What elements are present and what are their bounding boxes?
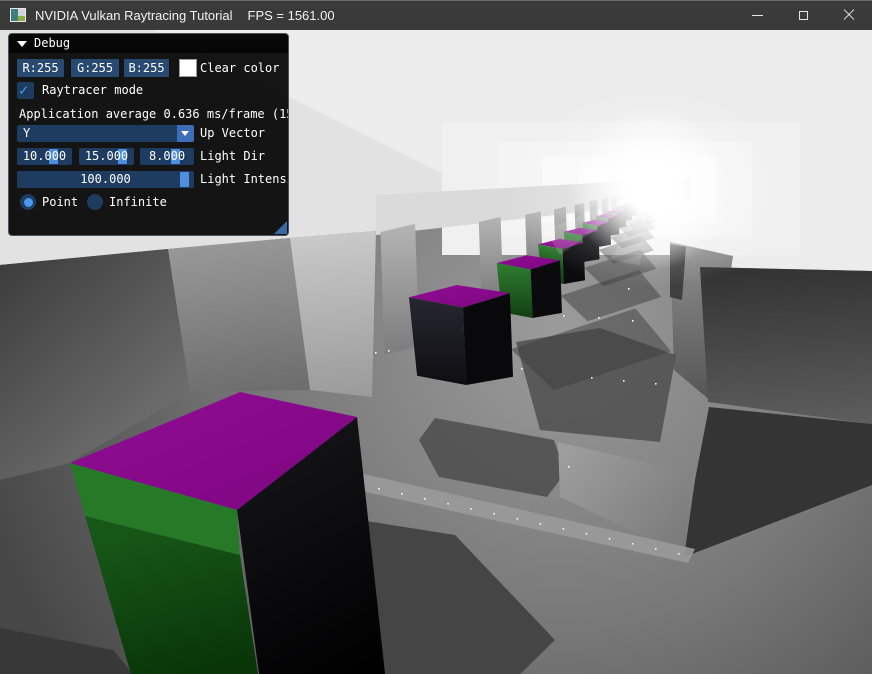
window-controls bbox=[734, 0, 872, 30]
clear-color-row: R:255 G:255 B:255 Clear color bbox=[9, 59, 288, 77]
app-window: NVIDIA Vulkan Raytracing Tutorial FPS = … bbox=[0, 0, 872, 674]
clear-color-label: Clear color bbox=[200, 59, 279, 77]
scene-light-glow bbox=[502, 88, 802, 288]
check-icon: ✓ bbox=[19, 81, 28, 99]
light-dir-z-slider[interactable]: 8.000 bbox=[140, 148, 194, 165]
window-title: NVIDIA Vulkan Raytracing Tutorial bbox=[35, 8, 233, 23]
light-dir-row: 10.000 15.000 8.000 Light Dir bbox=[9, 148, 288, 165]
light-dir-x-slider[interactable]: 10.000 bbox=[17, 148, 72, 165]
slider-grab[interactable] bbox=[180, 172, 189, 187]
point-radio-label: Point bbox=[42, 194, 78, 210]
light-dir-x-value: 10.000 bbox=[23, 149, 66, 163]
light-dir-y-slider[interactable]: 15.000 bbox=[79, 148, 134, 165]
maximize-button[interactable] bbox=[780, 0, 826, 30]
minimize-icon bbox=[752, 15, 763, 16]
light-dir-y-value: 15.000 bbox=[85, 149, 128, 163]
light-intensity-row: 100.000 Light Intensity bbox=[9, 171, 288, 188]
light-intensity-value: 100.000 bbox=[80, 172, 131, 186]
raytracer-label: Raytracer mode bbox=[42, 82, 143, 99]
minimize-button[interactable] bbox=[734, 0, 780, 30]
light-intensity-label: Light Intensity bbox=[200, 171, 289, 188]
point-radio[interactable] bbox=[20, 194, 36, 210]
scene-left-wall-mid bbox=[168, 238, 310, 392]
blue-value-button[interactable]: B:255 bbox=[124, 59, 169, 77]
raytracer-checkbox[interactable]: ✓ bbox=[17, 82, 34, 99]
debug-panel: Debug R:255 G:255 B:255 Clear color ✓ Ra… bbox=[8, 33, 289, 236]
infinite-radio[interactable] bbox=[87, 194, 103, 210]
combo-dropdown-button[interactable] bbox=[177, 125, 194, 142]
app-icon bbox=[10, 8, 26, 22]
title-bar[interactable]: NVIDIA Vulkan Raytracing Tutorial FPS = … bbox=[0, 0, 872, 30]
light-intensity-slider[interactable]: 100.000 bbox=[17, 171, 194, 188]
close-button[interactable] bbox=[826, 0, 872, 30]
raytracer-row: ✓ Raytracer mode bbox=[9, 82, 288, 99]
collapse-arrow-icon[interactable] bbox=[17, 41, 27, 47]
green-value-button[interactable]: G:255 bbox=[71, 59, 119, 77]
light-dir-z-value: 8.000 bbox=[149, 149, 185, 163]
up-vector-combo[interactable]: Y bbox=[17, 125, 194, 142]
chevron-down-icon bbox=[181, 131, 189, 136]
debug-panel-titlebar[interactable]: Debug bbox=[9, 34, 288, 53]
clear-color-swatch[interactable] bbox=[179, 59, 197, 77]
infinite-radio-label: Infinite bbox=[109, 194, 167, 210]
red-value-button[interactable]: R:255 bbox=[17, 59, 64, 77]
performance-text: Application average 0.636 ms/frame (15 bbox=[19, 107, 288, 121]
up-vector-row: Y Up Vector bbox=[9, 125, 288, 142]
scene-right-dark-wall bbox=[700, 267, 872, 424]
radio-dot-icon bbox=[24, 198, 33, 207]
up-vector-label: Up Vector bbox=[200, 125, 265, 142]
performance-row: Application average 0.636 ms/frame (15 bbox=[9, 107, 288, 121]
up-vector-value: Y bbox=[23, 125, 30, 142]
resize-grip[interactable] bbox=[274, 221, 287, 234]
close-icon bbox=[843, 9, 855, 21]
light-type-row: Point Infinite bbox=[9, 194, 288, 210]
maximize-icon bbox=[799, 11, 808, 20]
debug-panel-title: Debug bbox=[34, 34, 70, 53]
light-dir-label: Light Dir bbox=[200, 148, 265, 165]
fps-counter: FPS = 1561.00 bbox=[248, 8, 335, 23]
